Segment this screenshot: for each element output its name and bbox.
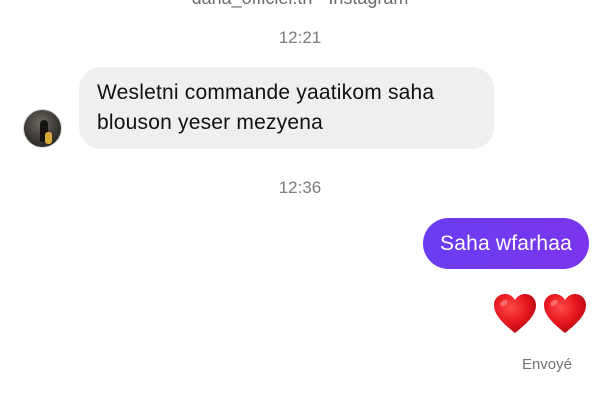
heart-icon [494, 294, 536, 333]
chat-thread: dana_officiel.tn · Instagram 12:21 Wesle… [0, 0, 600, 400]
outgoing-message-bubble[interactable]: Saha wfarhaa [423, 218, 589, 269]
timestamp: 12:36 [278, 178, 322, 197]
heart-message[interactable] [491, 290, 589, 338]
incoming-message-bubble[interactable]: Wesletni commande yaatikom saha blouson … [79, 67, 494, 149]
timestamp: 12:21 [278, 28, 322, 47]
heart-icon [544, 294, 586, 333]
avatar-highlight [45, 132, 52, 144]
thread-header-info: dana_officiel.tn · Instagram [0, 0, 600, 9]
avatar[interactable] [23, 109, 62, 148]
message-status: Envoyé [521, 356, 572, 373]
